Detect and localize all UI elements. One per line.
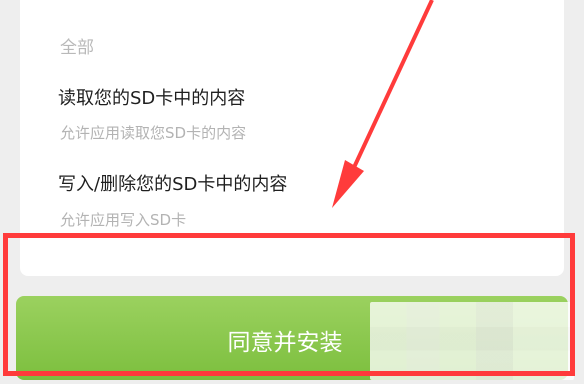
permission-desc-write-delete-sd: 允许应用写入SD卡 — [60, 211, 187, 229]
permission-screen: 全部 读取您的SD卡中的内容 允许应用读取您SD卡的内容 写入/删除您的SD卡中… — [0, 0, 584, 384]
permissions-section-label: 全部 — [60, 38, 94, 58]
permission-desc-read-sd: 允许应用读取您SD卡的内容 — [60, 124, 247, 142]
permission-title-read-sd: 读取您的SD卡中的内容 — [58, 88, 246, 109]
permission-title-write-delete-sd: 写入/删除您的SD卡中的内容 — [58, 174, 288, 195]
install-button-label: 同意并安装 — [227, 330, 343, 356]
mosaic-overlay — [370, 302, 574, 380]
